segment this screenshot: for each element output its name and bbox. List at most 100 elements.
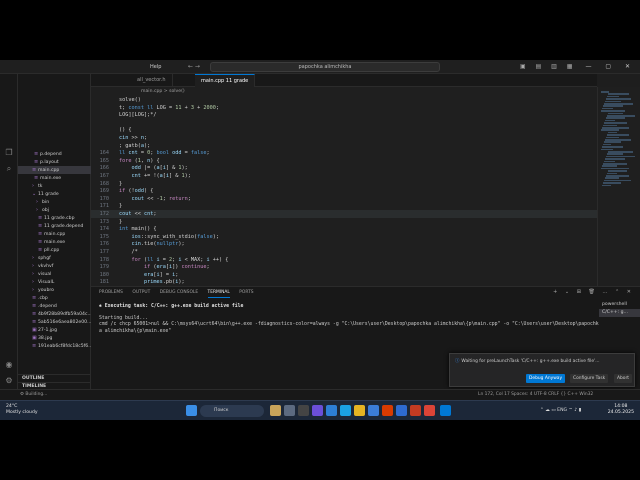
tree-item[interactable]: ≡ pll.cpp [38, 246, 59, 254]
tree-item[interactable]: ≡ .depend [32, 302, 57, 310]
tree-item[interactable]: ≡ .cbp [32, 294, 48, 302]
tree-item[interactable]: ≡ 11 grade.cbp [38, 214, 75, 222]
tree-item-label: 38.jpg [38, 336, 53, 341]
app-icon[interactable] [298, 405, 309, 416]
tree-item[interactable]: › vkvhvf [32, 262, 53, 270]
tree-item-label: main.exe [44, 240, 66, 245]
office-icon[interactable] [382, 405, 393, 416]
minimap[interactable] [597, 87, 640, 286]
minimap-line [602, 107, 613, 110]
lang-indicator[interactable]: ENG [557, 408, 567, 413]
minimap-line [601, 167, 629, 170]
explorer-sidebar: ≡ p.depend ≡ p.layout ≡ main.cpp ≡ main.exe › tk ⌄… [18, 74, 93, 400]
vscode-window: Help ← → papochka alimchikha ▣ ▤ ▥ ▦ — ▢… [0, 60, 640, 420]
explorer-icon[interactable] [354, 405, 365, 416]
tree-item[interactable]: ≡ main.exe [34, 174, 61, 182]
terminal-powershell[interactable]: powershell [599, 301, 640, 309]
terminal-output[interactable]: ✱ Executing task: C/C++: g++.exe build a… [99, 304, 599, 335]
menu-help[interactable]: Help [150, 64, 161, 70]
code-line[interactable]: 181 primes.pb(i); [91, 278, 597, 286]
taskbar-search[interactable]: Поиск [200, 405, 264, 417]
tree-item[interactable]: ≡ 4b9f28b89dfb59a04c... [32, 310, 92, 318]
tree-item[interactable]: › sphgf [32, 254, 51, 262]
tree-item[interactable]: ⌄ 11 grade [32, 190, 59, 198]
tree-item[interactable]: › visual [32, 270, 51, 278]
tree-item[interactable]: ▣27-1.jpg [32, 326, 57, 334]
account-icon[interactable]: ◉ [4, 360, 14, 370]
taskview-icon[interactable] [270, 405, 281, 416]
tree-item[interactable]: ≡ main.cpp [38, 230, 65, 238]
tree-item-label: .depend [38, 304, 57, 309]
start-icon[interactable] [186, 405, 197, 416]
tree-item[interactable]: ≡ 5ab516e6aea802e00... [32, 318, 91, 326]
search-icon[interactable]: ⌕ [4, 164, 14, 174]
system-tray[interactable]: ⌃ ☁ ▭ ENG ⌔ ♪ ▮ [540, 407, 581, 413]
terminal-list: powershell C/C++: g... [599, 301, 640, 317]
minimap-line [608, 93, 629, 95]
tree-item-label: 5ab516e6aea802e00... [38, 320, 92, 325]
tab-all-vector[interactable]: all_vector.h [131, 74, 173, 87]
minimap-line [607, 115, 635, 117]
clock[interactable]: 14:08 24.05.2025 [608, 404, 634, 416]
breadcrumb[interactable]: main.cpp > solve() [91, 87, 597, 96]
terminal-build-task[interactable]: C/C++: g... [599, 309, 640, 317]
build-status[interactable]: ⚙ Building... [20, 390, 47, 400]
nav-arrows[interactable]: ← → [188, 63, 200, 70]
tree-item[interactable]: › VisualL [32, 278, 54, 286]
files-icon[interactable]: ❐ [4, 148, 14, 158]
minimap-line [604, 179, 631, 182]
minimap-line [605, 139, 631, 141]
mail-icon[interactable] [326, 405, 337, 416]
tree-item-label: main.exe [40, 176, 62, 181]
app2-icon[interactable] [396, 405, 407, 416]
window-controls[interactable]: — ▢ ✕ [585, 63, 636, 70]
panel-tools[interactable]: + ⌄ ⊞ 🗑 … ⌃ ✕ [553, 289, 634, 295]
tree-item[interactable]: ≡ p.depend [34, 150, 62, 158]
edge-icon[interactable] [340, 405, 351, 416]
tab-output[interactable]: OUTPUT [132, 290, 150, 297]
minimap-line [605, 158, 625, 160]
layout-toggles-icon[interactable]: ▣ ▤ ▥ ▦ [520, 63, 576, 70]
tab-terminal[interactable]: TERMINAL [207, 290, 230, 298]
app3-icon[interactable] [410, 405, 421, 416]
tab-main-cpp[interactable]: main.cpp 11 grade [195, 74, 256, 87]
command-center-search[interactable]: papochka alimchikha [210, 62, 440, 72]
tree-item[interactable]: › bin [36, 198, 49, 206]
debug-anyway-button[interactable]: Debug Anyway [526, 374, 566, 383]
outline-section[interactable]: OUTLINE [18, 374, 91, 382]
tree-item[interactable]: › youbro [32, 286, 54, 294]
vscode-icon[interactable] [440, 405, 451, 416]
tree-item[interactable]: › obj [36, 206, 49, 214]
tree-item[interactable]: ▣38.jpg [32, 334, 52, 342]
tree-item[interactable]: ≡ 191eab6cf8fdc18c5f6... [32, 342, 93, 350]
tab-debug-console[interactable]: DEBUG CONSOLE [160, 290, 198, 297]
tab-ports[interactable]: PORTS [239, 290, 253, 297]
minimap-line [606, 175, 629, 177]
minimap-line [601, 148, 613, 151]
abort-button[interactable]: Abort [614, 374, 633, 383]
teams-icon[interactable] [312, 405, 323, 416]
tree-item-label: main.cpp [38, 168, 60, 173]
widgets-icon[interactable] [284, 405, 295, 416]
line-number: 181 [99, 279, 109, 286]
tree-item-label: visual [38, 272, 52, 277]
code-editor[interactable]: solve() t; const ll LOG = 11 + 3 + 2000; L… [91, 96, 597, 286]
minimap-line [605, 119, 615, 122]
gear-icon[interactable]: ⚙ [4, 376, 14, 386]
taskbar-search-label: Поиск [214, 408, 229, 413]
chrome-icon[interactable] [424, 405, 435, 416]
tree-item-label: VisualL [38, 280, 55, 285]
tree-item[interactable]: ≡ p.layout [34, 158, 59, 166]
store-icon[interactable] [368, 405, 379, 416]
tree-item[interactable]: ≡ main.exe [38, 238, 65, 246]
weather-widget[interactable]: 24°C Mostly cloudy [6, 404, 38, 416]
tree-item-label: 11 grade.depend [44, 224, 84, 229]
tree-item-label: pll.cpp [44, 248, 60, 253]
tree-item[interactable]: ≡ 11 grade.depend [38, 222, 83, 230]
tree-item-label: obj [42, 208, 50, 213]
tab-problems[interactable]: PROBLEMS [99, 290, 123, 297]
tree-item[interactable]: › tk [32, 182, 42, 190]
editor-status[interactable]: Ln 172, Col 17 Spaces: 4 UTF-8 CRLF {} C… [478, 390, 593, 400]
configure-task-button[interactable]: Configure Task [570, 374, 609, 383]
tree-item[interactable]: ≡ main.cpp [18, 166, 91, 174]
